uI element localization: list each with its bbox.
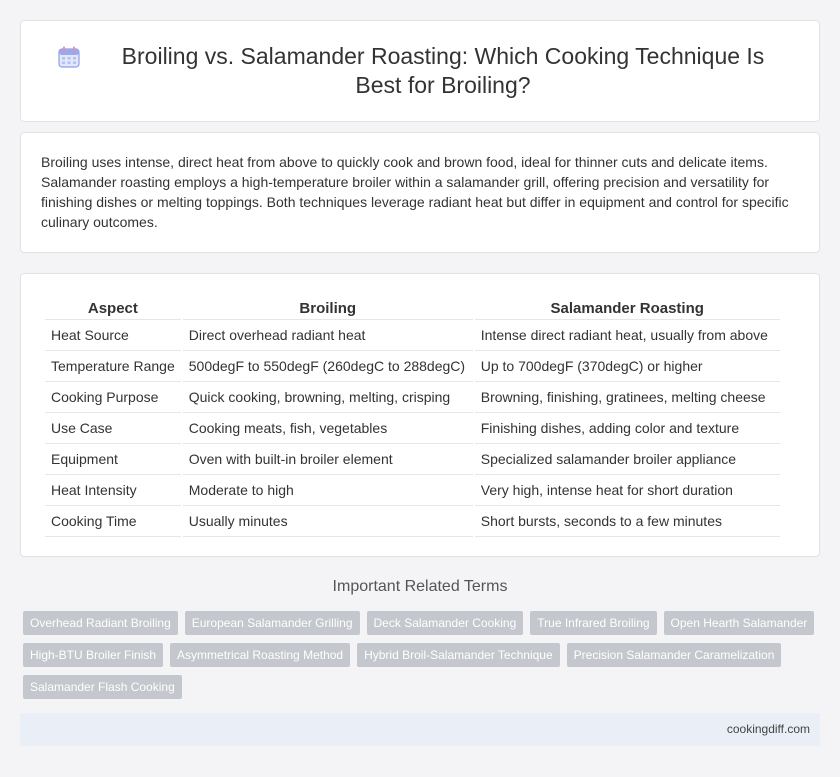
row-aspect: Cooking Time — [45, 506, 181, 537]
footer: cookingdiff.com — [20, 713, 820, 746]
related-term-tag[interactable]: Deck Salamander Cooking — [366, 611, 524, 635]
row-salamander: Very high, intense heat for short durati… — [474, 475, 780, 506]
header-broiling: Broiling — [182, 294, 473, 320]
related-term-tag[interactable]: Salamander Flash Cooking — [23, 675, 182, 699]
row-aspect: Use Case — [45, 413, 181, 444]
header-salamander: Salamander Roasting — [474, 294, 780, 320]
related-term-tag[interactable]: European Salamander Grilling — [184, 611, 360, 635]
intro-card: Broiling uses intense, direct heat from … — [20, 132, 820, 253]
row-broiling: Cooking meats, fish, vegetables — [182, 413, 473, 444]
related-term-tag[interactable]: High-BTU Broiler Finish — [23, 643, 164, 667]
related-term-tag[interactable]: Precision Salamander Caramelization — [566, 643, 782, 667]
row-broiling: Oven with built-in broiler element — [182, 444, 473, 475]
row-aspect: Heat Source — [45, 320, 181, 351]
footer-site-link[interactable]: cookingdiff.com — [727, 722, 810, 736]
related-terms-list: Overhead Radiant Broiling European Salam… — [23, 611, 823, 707]
calendar-icon — [58, 46, 80, 68]
title-card: Broiling vs. Salamander Roasting: Which … — [20, 20, 820, 122]
row-salamander: Finishing dishes, adding color and textu… — [474, 413, 780, 444]
row-salamander: Up to 700degF (370degC) or higher — [474, 351, 780, 382]
related-term-tag[interactable]: Overhead Radiant Broiling — [23, 611, 178, 635]
related-term-tag[interactable]: Hybrid Broil-Salamander Technique — [357, 643, 560, 667]
table-row: Temperature Range 500degF to 550degF (26… — [45, 351, 780, 382]
row-salamander: Short bursts, seconds to a few minutes — [474, 506, 780, 537]
row-broiling: 500degF to 550degF (260degC to 288degC) — [182, 351, 473, 382]
row-aspect: Equipment — [45, 444, 181, 475]
table-row: Heat Intensity Moderate to high Very hig… — [45, 475, 780, 506]
table-row: Equipment Oven with built-in broiler ele… — [45, 444, 780, 475]
table-row: Cooking Purpose Quick cooking, browning,… — [45, 382, 780, 413]
related-terms-heading: Important Related Terms — [332, 578, 508, 595]
row-salamander: Intense direct radiant heat, usually fro… — [474, 320, 780, 351]
related-term-tag[interactable]: True Infrared Broiling — [530, 611, 657, 635]
row-aspect: Cooking Purpose — [45, 382, 181, 413]
table-row: Heat Source Direct overhead radiant heat… — [45, 320, 780, 351]
title-wrap: Broiling vs. Salamander Roasting: Which … — [21, 21, 819, 121]
comparison-table: Aspect Broiling Salamander Roasting Heat… — [43, 294, 782, 537]
row-salamander: Specialized salamander broiler appliance — [474, 444, 780, 475]
row-broiling: Quick cooking, browning, melting, crispi… — [182, 382, 473, 413]
table-row: Cooking Time Usually minutes Short burst… — [45, 506, 780, 537]
related-term-tag[interactable]: Asymmetrical Roasting Method — [170, 643, 351, 667]
comparison-card: Aspect Broiling Salamander Roasting Heat… — [20, 273, 820, 557]
row-aspect: Temperature Range — [45, 351, 181, 382]
row-broiling: Usually minutes — [182, 506, 473, 537]
row-aspect: Heat Intensity — [45, 475, 181, 506]
related-term-tag[interactable]: Open Hearth Salamander — [663, 611, 815, 635]
row-broiling: Moderate to high — [182, 475, 473, 506]
table-header-row: Aspect Broiling Salamander Roasting — [45, 294, 780, 320]
intro-text: Broiling uses intense, direct heat from … — [41, 154, 789, 230]
page-title: Broiling vs. Salamander Roasting: Which … — [121, 43, 765, 98]
row-salamander: Browning, finishing, gratinees, melting … — [474, 382, 780, 413]
row-broiling: Direct overhead radiant heat — [182, 320, 473, 351]
table-row: Use Case Cooking meats, fish, vegetables… — [45, 413, 780, 444]
header-aspect: Aspect — [45, 294, 181, 320]
